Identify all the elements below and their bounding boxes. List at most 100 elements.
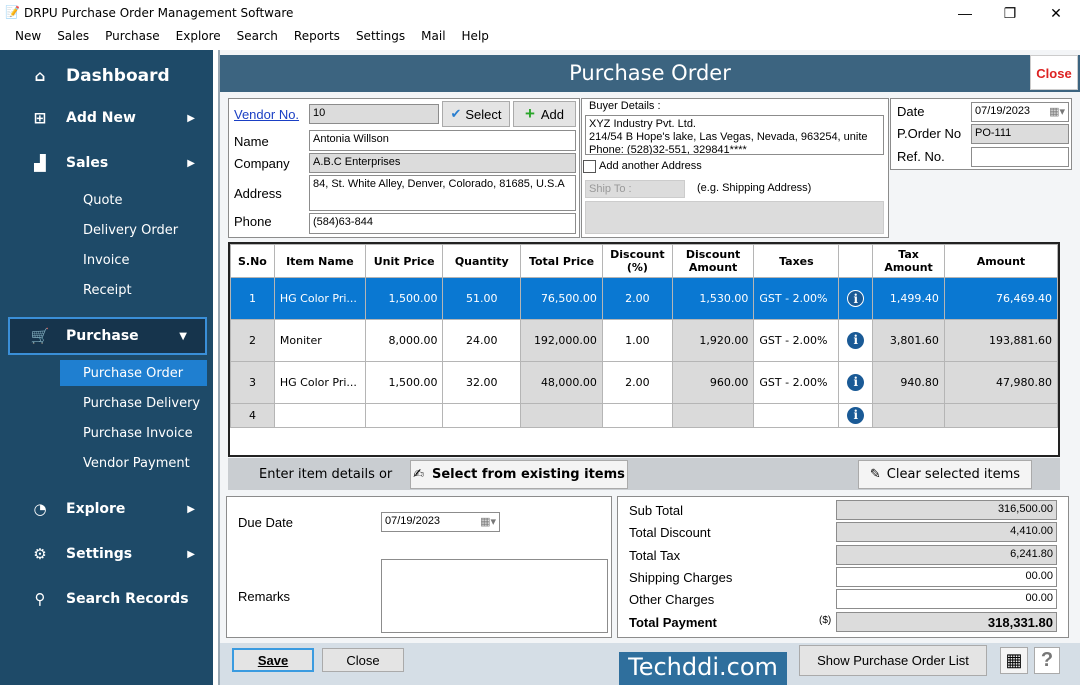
table-cell[interactable]: GST - 2.00% xyxy=(753,319,840,362)
ship-to-field[interactable]: Ship To : xyxy=(585,180,685,198)
table-cell[interactable]: 192,000.00 xyxy=(520,319,603,362)
company-field[interactable]: A.B.C Enterprises xyxy=(309,153,576,173)
close-window-button[interactable]: ✕ xyxy=(1036,2,1076,24)
table-cell[interactable]: 1,499.40 xyxy=(872,277,945,320)
table-cell[interactable]: GST - 2.00% xyxy=(753,277,840,320)
sidebar-item-add-new[interactable]: ⊞ Add New ▶ xyxy=(0,106,213,130)
table-cell[interactable]: 193,881.60 xyxy=(943,319,1059,362)
table-cell[interactable]: 940.80 xyxy=(872,361,945,404)
table-cell[interactable]: i xyxy=(838,277,874,320)
table-cell[interactable]: 1.00 xyxy=(601,319,673,362)
sidebar-sub-purchase-invoice[interactable]: Purchase Invoice xyxy=(83,426,193,441)
table-cell[interactable]: 4 xyxy=(230,403,275,428)
add-address-checkbox[interactable] xyxy=(583,160,596,173)
table-cell[interactable]: 76,469.40 xyxy=(943,277,1059,320)
table-cell[interactable] xyxy=(273,403,366,428)
table-cell[interactable]: 3 xyxy=(230,361,275,404)
buyer-details-field[interactable]: XYZ Industry Pvt. Ltd. 214/54 B Hope's la… xyxy=(585,115,884,155)
sidebar-item-sales[interactable]: ▟ Sales ▶ xyxy=(0,151,213,175)
table-cell[interactable]: 2.00 xyxy=(601,277,673,320)
table-cell[interactable] xyxy=(364,403,444,428)
menu-new[interactable]: New xyxy=(7,26,49,48)
table-cell[interactable]: i xyxy=(838,361,874,404)
menu-mail[interactable]: Mail xyxy=(413,26,453,48)
table-cell[interactable]: 1,500.00 xyxy=(364,277,444,320)
table-cell[interactable] xyxy=(601,403,673,428)
sidebar-sub-quote[interactable]: Quote xyxy=(83,193,123,208)
table-cell[interactable]: i xyxy=(838,403,874,428)
menu-search[interactable]: Search xyxy=(229,26,286,48)
table-cell[interactable] xyxy=(753,403,840,428)
table-cell[interactable] xyxy=(671,403,755,428)
table-cell[interactable]: 960.00 xyxy=(671,361,755,404)
table-cell[interactable]: 47,980.80 xyxy=(943,361,1059,404)
add-vendor-button[interactable]: + Add xyxy=(513,101,576,127)
table-cell[interactable]: 1,530.00 xyxy=(671,277,755,320)
table-cell[interactable]: 8,000.00 xyxy=(364,319,444,362)
menu-reports[interactable]: Reports xyxy=(286,26,348,48)
table-cell[interactable]: 3,801.60 xyxy=(872,319,945,362)
table-cell[interactable]: HG Color Pri... xyxy=(273,277,366,320)
show-purchase-order-list-button[interactable]: Show Purchase Order List xyxy=(799,645,987,676)
table-cell[interactable]: 76,500.00 xyxy=(520,277,603,320)
sidebar-sub-delivery-order[interactable]: Delivery Order xyxy=(83,223,178,238)
table-cell[interactable]: 1,500.00 xyxy=(364,361,444,404)
sub-field[interactable]: 316,500.00 xyxy=(836,500,1057,520)
sidebar-item-settings[interactable]: ⚙ Settings ▶ xyxy=(0,542,213,566)
table-row[interactable]: 3 HG Color Pri... 1,500.00 32.00 48,000.00 2.… xyxy=(230,361,1059,404)
table-cell[interactable]: 32.00 xyxy=(442,361,522,404)
shipping-address-field[interactable] xyxy=(585,201,884,234)
sidebar-sub-vendor-payment[interactable]: Vendor Payment xyxy=(83,456,190,471)
select-vendor-button[interactable]: ✔ Select xyxy=(442,101,510,127)
table-cell[interactable]: i xyxy=(838,319,874,362)
table-cell[interactable]: 48,000.00 xyxy=(520,361,603,404)
sidebar-sub-purchase-order[interactable]: Purchase Order xyxy=(83,366,183,381)
ship-field[interactable]: 00.00 xyxy=(836,566,1057,587)
sidebar-item-explore[interactable]: ◔ Explore ▶ xyxy=(0,497,213,521)
table-cell[interactable] xyxy=(872,403,945,428)
table-cell[interactable]: 2 xyxy=(230,319,275,362)
sidebar-item-search-records[interactable]: ⚲ Search Records xyxy=(0,587,213,611)
clear-selected-items-button[interactable]: ✎ Clear selected items xyxy=(858,460,1032,489)
table-row[interactable]: 4i xyxy=(230,403,1059,428)
minimize-button[interactable]: — xyxy=(945,2,985,24)
vendor-no-field[interactable]: 10 xyxy=(309,104,439,124)
table-cell[interactable]: Moniter xyxy=(273,319,366,362)
maximize-button[interactable]: ❐ xyxy=(990,2,1030,24)
info-icon[interactable]: i xyxy=(847,374,865,391)
table-cell[interactable]: GST - 2.00% xyxy=(753,361,840,404)
close-button[interactable]: Close xyxy=(322,648,404,672)
table-cell[interactable] xyxy=(442,403,522,428)
calculator-icon[interactable]: ▦ xyxy=(1000,647,1028,674)
other-field[interactable]: 00.00 xyxy=(836,589,1057,610)
table-row[interactable]: 1 HG Color Pri... 1,500.00 51.00 76,500.00 2.… xyxy=(230,277,1059,320)
sidebar-item-purchase[interactable]: 🛒 Purchase ▼ xyxy=(8,317,207,355)
table-cell[interactable] xyxy=(943,403,1059,428)
menu-sales[interactable]: Sales xyxy=(49,26,97,48)
table-cell[interactable]: 2.00 xyxy=(601,361,673,404)
po-field[interactable]: PO-111 xyxy=(971,124,1069,144)
remarks-field[interactable] xyxy=(381,559,608,633)
pay-field[interactable]: 318,331.80 xyxy=(836,611,1057,632)
sidebar-item-dashboard[interactable]: ⌂ Dashboard xyxy=(0,62,213,90)
info-icon[interactable]: i xyxy=(847,407,865,424)
info-icon[interactable]: i xyxy=(847,290,865,307)
sidebar-sub-invoice[interactable]: Invoice xyxy=(83,253,129,268)
info-icon[interactable]: i xyxy=(847,332,865,349)
due-date-picker[interactable]: 07/19/2023 ▦▾ xyxy=(381,512,500,532)
table-cell[interactable]: 1 xyxy=(230,277,275,320)
table-cell[interactable]: 51.00 xyxy=(442,277,522,320)
phone-field[interactable]: (584)63-844 xyxy=(309,213,576,234)
menu-purchase[interactable]: Purchase xyxy=(97,26,168,48)
help-icon[interactable]: ? xyxy=(1034,647,1060,674)
tax-field[interactable]: 6,241.80 xyxy=(836,544,1057,565)
date-picker[interactable]: 07/19/2023 ▦▾ xyxy=(971,102,1069,122)
table-cell[interactable]: 24.00 xyxy=(442,319,522,362)
save-button[interactable]: Save xyxy=(232,648,314,672)
address-field[interactable]: 84, St. White Alley, Denver, Colorado, 8… xyxy=(309,175,576,211)
table-row[interactable]: 2 Moniter 8,000.00 24.00 192,000.00 1.00 1,920… xyxy=(230,319,1059,362)
vendor-no-link[interactable]: Vendor No. xyxy=(234,107,299,122)
close-header-button[interactable]: Close xyxy=(1030,55,1078,90)
menu-settings[interactable]: Settings xyxy=(348,26,413,48)
sidebar-sub-receipt[interactable]: Receipt xyxy=(83,283,132,298)
